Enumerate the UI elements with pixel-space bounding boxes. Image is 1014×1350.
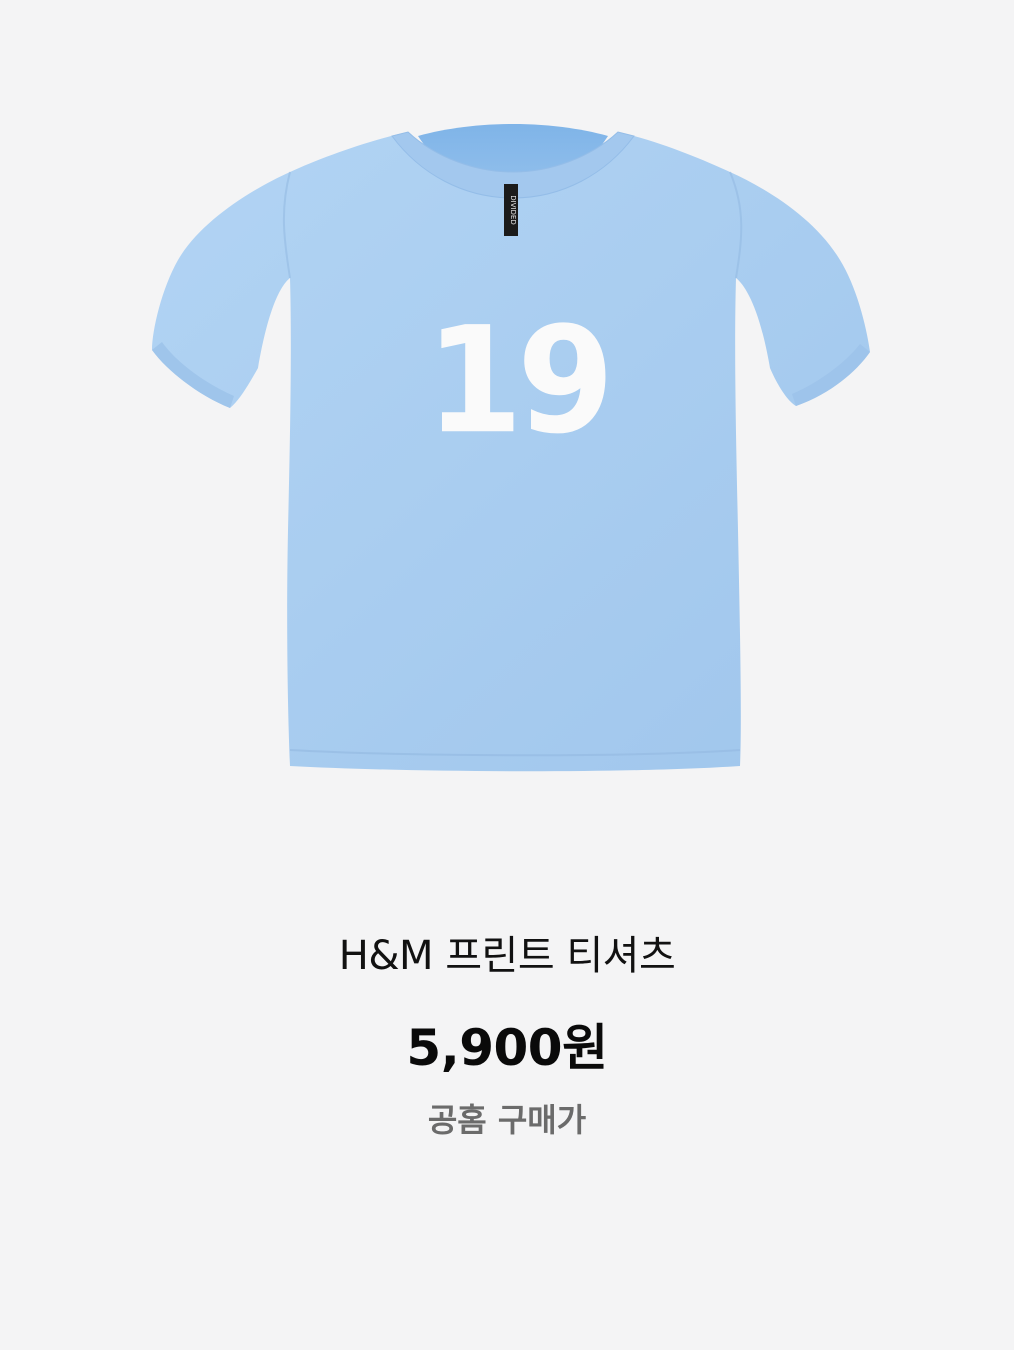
product-image[interactable]: DIVIDED 19 <box>140 110 880 780</box>
print-number: 19 <box>426 295 609 466</box>
product-price: 5,900원 <box>406 1019 608 1077</box>
neck-label-text: DIVIDED <box>509 195 517 225</box>
product-name[interactable]: H&M 프린트 티셔츠 <box>0 920 1014 992</box>
tshirt-image: DIVIDED 19 <box>152 124 870 772</box>
product-info: H&M 프린트 티셔츠 5,900원 공홈 구매가 <box>0 920 1014 1142</box>
price-note: 공홈 구매가 <box>427 1101 587 1139</box>
